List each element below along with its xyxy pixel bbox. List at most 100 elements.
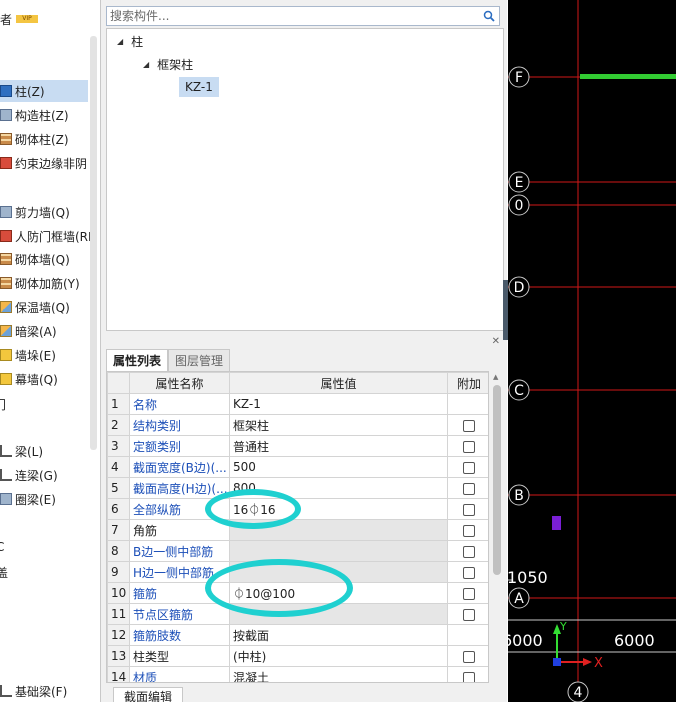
tree-node-kz1[interactable]: KZ-1 [179, 77, 219, 97]
axis-label-4: 4 [574, 685, 583, 701]
attach-checkbox[interactable] [463, 461, 475, 474]
nav-scrollbar[interactable] [90, 36, 97, 450]
table-row[interactable]: 7 角筋 [107, 519, 488, 541]
collapse-arrow-icon[interactable]: ◢ [143, 60, 149, 69]
property-value[interactable]: KZ-1 [229, 393, 448, 415]
nav-item-label: 柱(Z) [15, 84, 45, 99]
nav-item-beam[interactable]: 梁(L) [0, 440, 88, 462]
table-row[interactable]: 2 结构类别 框架柱 [107, 414, 488, 436]
axis-label-a: A [514, 591, 524, 607]
masonry-column-icon [0, 133, 12, 145]
table-row[interactable]: 8 B边一侧中部筋 [107, 540, 488, 562]
nav-item-hidden-beam[interactable]: 暗梁(A) [0, 320, 88, 342]
extra-cell [447, 414, 488, 436]
table-row[interactable]: 5 截面高度(H边)(... 800 [107, 477, 488, 499]
property-name: 截面宽度(B边)(... [129, 456, 230, 478]
cad-drawing-canvas[interactable]: F E 0 D C B A 4 1050 6000 6000 [508, 0, 676, 702]
property-value[interactable]: 普通柱 [229, 435, 448, 457]
nav-item-ring-beam[interactable]: 圈梁(E) [0, 488, 88, 510]
extra-cell [447, 582, 488, 604]
constraint-edge-icon [0, 157, 12, 169]
grid-lines [508, 0, 676, 702]
nav-item-constraint-edge[interactable]: 约束边缘非阴 [0, 152, 88, 174]
row-number: 12 [107, 624, 130, 646]
tree-node-column[interactable]: ◢ 柱 [117, 31, 143, 51]
tree-node-label: KZ-1 [185, 80, 213, 94]
attach-checkbox[interactable] [463, 440, 475, 453]
nav-item-column[interactable]: 柱(Z) [0, 80, 88, 102]
nav-item-masonry-column[interactable]: 砌体柱(Z) [0, 128, 88, 150]
property-name: 箍筋肢数 [129, 624, 230, 646]
attach-checkbox[interactable] [463, 650, 475, 663]
extra-cell [447, 645, 488, 667]
nav-item-coupling-beam[interactable]: 连梁(G) [0, 464, 88, 486]
table-row[interactable]: 4 截面宽度(B边)(... 500 [107, 456, 488, 478]
axis-label-e: E [515, 175, 524, 191]
nav-item-shear-wall[interactable]: 剪力墙(Q) [0, 201, 88, 223]
table-row[interactable]: 12 箍筋肢数 按截面 [107, 624, 488, 646]
row-number: 10 [107, 582, 130, 604]
attach-checkbox[interactable] [463, 524, 475, 537]
collapse-arrow-icon[interactable]: ◢ [117, 37, 123, 46]
nav-item-curtain-wall[interactable]: 幕墙(Q) [0, 368, 88, 390]
attach-checkbox[interactable] [463, 587, 475, 600]
property-value[interactable]: 混凝土 [229, 666, 448, 682]
nav-item-foundation-beam[interactable]: 基础梁(F) [0, 680, 88, 702]
header-property-value: 属性值 [229, 372, 448, 394]
property-value[interactable]: 按截面 [229, 624, 448, 646]
extra-cell [447, 456, 488, 478]
property-value[interactable]: (中柱) [229, 645, 448, 667]
scrollbar-thumb[interactable] [493, 385, 501, 575]
row-number: 7 [107, 519, 130, 541]
coupling-beam-icon [0, 469, 12, 481]
property-value[interactable]: 框架柱 [229, 414, 448, 436]
tree-node-frame-column[interactable]: ◢ 框架柱 [143, 54, 193, 74]
tab-property-list[interactable]: 属性列表 [106, 349, 169, 371]
table-row[interactable]: 3 定额类别 普通柱 [107, 435, 488, 457]
nav-item-wall-pier[interactable]: 墙垛(E) [0, 344, 88, 366]
scroll-up-arrow-icon[interactable]: ▲ [493, 373, 498, 381]
tab-section-edit[interactable]: 截面编辑 [113, 687, 184, 702]
tab-layer-management[interactable]: 图层管理 [168, 349, 231, 371]
search-box [106, 6, 500, 26]
attach-checkbox[interactable] [463, 545, 475, 558]
nav-item-masonry-wall[interactable]: 砌体墙(Q) [0, 248, 88, 270]
row-number: 5 [107, 477, 130, 499]
attach-checkbox[interactable] [463, 671, 475, 682]
hidden-beam-icon [0, 325, 12, 337]
search-input[interactable] [107, 7, 477, 25]
curtain-wall-icon [0, 373, 12, 385]
nav-item-label: 剪力墙(Q) [15, 205, 70, 220]
dimension-text: 6000 [508, 631, 543, 650]
attach-checkbox[interactable] [463, 608, 475, 621]
nav-item-civil-defense-door-wall[interactable]: 人防门框墙(RI [0, 225, 92, 247]
table-row[interactable]: 1 名称 KZ-1 [107, 393, 488, 415]
attach-checkbox[interactable] [463, 566, 475, 579]
row-number: 4 [107, 456, 130, 478]
axis-label-f: F [515, 70, 523, 86]
search-icon[interactable] [483, 10, 495, 22]
attach-checkbox[interactable] [463, 419, 475, 432]
property-name: 角筋 [129, 519, 230, 541]
nav-item-constructional-column[interactable]: 构造柱(Z) [0, 104, 88, 126]
nav-item-insulation-wall[interactable]: 保温墙(Q) [0, 296, 88, 318]
property-value[interactable] [229, 540, 448, 562]
grid-scrollbar[interactable]: ▲ [490, 371, 504, 683]
property-value[interactable]: 500 [229, 456, 448, 478]
header-extra: 附加 [447, 372, 488, 394]
tree-node-label: 框架柱 [157, 57, 194, 72]
row-number: 6 [107, 498, 130, 520]
insulation-wall-icon [0, 301, 12, 313]
nav-item-masonry-reinforcement[interactable]: 砌体加筋(Y) [0, 272, 88, 294]
property-grid: 属性名称 属性值 附加 1 名称 KZ-1 2 结构类别 框架柱 3 定额类别 … [106, 371, 489, 683]
property-name: 截面高度(H边)(... [129, 477, 230, 499]
property-name: 名称 [129, 393, 230, 415]
table-row[interactable]: 14 材质 混凝土 [107, 666, 488, 682]
nav-fragment: 盖 [0, 566, 9, 580]
attach-checkbox[interactable] [463, 503, 475, 516]
property-name: 柱类型 [129, 645, 230, 667]
close-icon[interactable]: ✕ [492, 336, 500, 347]
attach-checkbox[interactable] [463, 482, 475, 495]
nav-item-label: 基础梁(F) [15, 684, 68, 699]
table-row[interactable]: 13 柱类型 (中柱) [107, 645, 488, 667]
